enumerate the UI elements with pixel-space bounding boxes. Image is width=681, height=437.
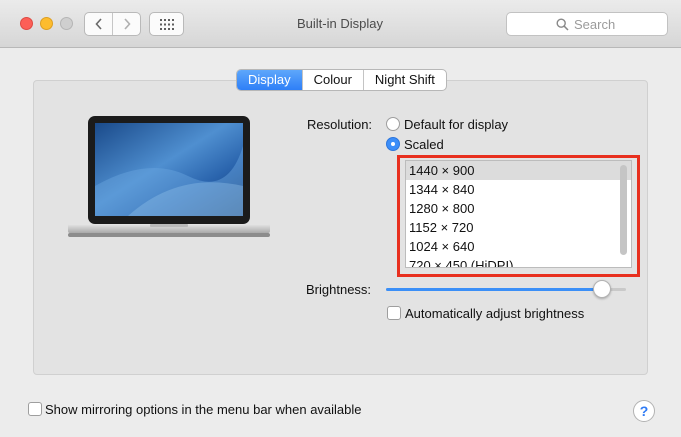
chevron-left-icon <box>94 18 102 30</box>
laptop-image <box>68 116 270 237</box>
tab-display[interactable]: Display <box>237 70 302 90</box>
list-item[interactable]: 1280 × 800 <box>406 199 631 218</box>
default-for-display-radio[interactable] <box>386 117 400 131</box>
mirroring-checkbox[interactable] <box>28 402 42 416</box>
chevron-right-icon <box>123 18 131 30</box>
scaled-radio[interactable] <box>386 137 400 151</box>
brightness-slider-fill <box>386 288 602 291</box>
list-item[interactable]: 1152 × 720 <box>406 218 631 237</box>
forward-button[interactable] <box>112 13 140 35</box>
show-all-button[interactable] <box>149 12 184 36</box>
list-scrollbar[interactable] <box>620 165 627 255</box>
navigation-buttons <box>84 12 141 36</box>
list-item[interactable]: 720 × 450 (HiDPI) <box>406 256 631 267</box>
list-item[interactable]: 1024 × 640 <box>406 237 631 256</box>
title-bar: Built-in Display <box>0 0 681 48</box>
tab-bar: Display Colour Night Shift <box>236 69 447 91</box>
help-button[interactable]: ? <box>633 400 655 422</box>
minimize-window-button[interactable] <box>40 17 53 30</box>
window-title: Built-in Display <box>297 16 383 31</box>
grid-icon <box>159 18 174 30</box>
scaled-label[interactable]: Scaled <box>404 137 444 152</box>
brightness-slider-thumb[interactable] <box>593 280 611 298</box>
auto-brightness-checkbox[interactable] <box>387 306 401 320</box>
back-button[interactable] <box>85 13 112 35</box>
search-input[interactable] <box>574 16 618 32</box>
zoom-window-button[interactable] <box>60 17 73 30</box>
brightness-slider[interactable] <box>386 288 626 291</box>
close-window-button[interactable] <box>20 17 33 30</box>
tab-night-shift[interactable]: Night Shift <box>362 70 446 90</box>
scaled-resolution-list[interactable]: 1440 × 900 1344 × 840 1280 × 800 1152 × … <box>405 160 632 268</box>
mirroring-label[interactable]: Show mirroring options in the menu bar w… <box>45 402 362 417</box>
search-icon <box>556 17 569 31</box>
tab-colour[interactable]: Colour <box>301 70 363 90</box>
search-field[interactable] <box>506 12 668 36</box>
list-item[interactable]: 1344 × 840 <box>406 180 631 199</box>
resolution-label: Resolution: <box>307 117 373 132</box>
brightness-label: Brightness: <box>306 282 372 297</box>
list-item[interactable]: 1440 × 900 <box>406 161 631 180</box>
default-for-display-label[interactable]: Default for display <box>404 117 508 132</box>
auto-brightness-label[interactable]: Automatically adjust brightness <box>405 306 584 321</box>
